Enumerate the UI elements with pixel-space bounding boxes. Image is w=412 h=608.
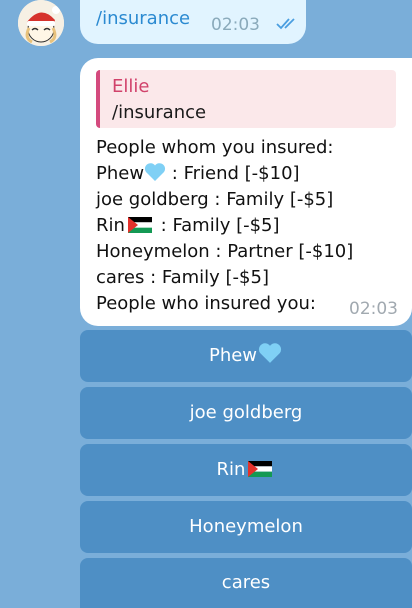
name-phew: Phew	[96, 163, 145, 184]
double-check-icon	[276, 18, 295, 30]
message-line: cares : Family [-$5]	[96, 267, 269, 288]
keyboard-button-cares[interactable]: cares	[80, 558, 412, 608]
name-rin: Rin	[96, 215, 125, 236]
keyboard-button-label: Rin	[216, 459, 246, 480]
outgoing-message-text[interactable]: /insurance	[96, 8, 190, 29]
message-body: People whom you insured: Phew : Friend […	[96, 135, 353, 317]
palestine-flag-icon	[248, 461, 273, 477]
message-line: joe goldberg : Family [-$5]	[96, 189, 334, 210]
reply-quote[interactable]: Ellie /insurance	[96, 70, 396, 128]
message-line: Rin : Family [-$5]	[96, 213, 353, 239]
santa-hat-avatar-icon	[18, 0, 64, 46]
reply-text: /insurance	[112, 102, 207, 123]
keyboard-button-honeymelon[interactable]: Honeymelon	[80, 501, 412, 553]
message-line: Phew : Friend [-$10]	[96, 161, 353, 187]
message-line: People who insured you:	[96, 293, 316, 314]
light-blue-heart-icon	[145, 163, 166, 181]
keyboard-button-label: cares	[221, 572, 271, 593]
palestine-flag-icon	[127, 217, 152, 233]
light-blue-heart-icon	[258, 343, 282, 363]
message-line: People whom you insured:	[96, 137, 334, 158]
relation-text: : Family [-$5]	[160, 215, 280, 236]
reply-accent-bar	[96, 70, 100, 128]
relation-text: : Friend [-$10]	[171, 163, 300, 184]
incoming-message[interactable]: Ellie /insurance People whom you insured…	[80, 58, 412, 326]
message-line: Honeymelon : Partner [-$10]	[96, 241, 354, 262]
outgoing-message[interactable]: /insurance 02:03	[80, 0, 306, 44]
incoming-message-time: 02:03	[349, 299, 398, 319]
keyboard-button-rin[interactable]: Rin	[80, 444, 412, 496]
keyboard-button-label: Honeymelon	[189, 516, 303, 537]
sender-avatar[interactable]	[18, 0, 64, 46]
keyboard-button-label: joe goldberg	[189, 402, 303, 423]
keyboard-button-joe-goldberg[interactable]: joe goldberg	[80, 387, 412, 439]
outgoing-message-time: 02:03	[211, 15, 260, 35]
reply-author: Ellie	[112, 76, 150, 97]
keyboard-button-label: Phew	[208, 345, 258, 366]
keyboard-button-phew[interactable]: Phew	[80, 330, 412, 382]
